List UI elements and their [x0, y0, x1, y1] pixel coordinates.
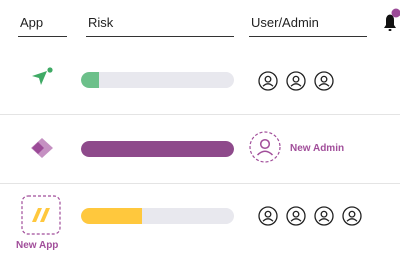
- user-plus-icon: [249, 131, 281, 163]
- column-header-app: App: [20, 15, 44, 30]
- risk-bar-fill: [81, 208, 143, 224]
- row-divider: [0, 183, 400, 184]
- risk-bar: [81, 141, 234, 157]
- user-avatar-icon[interactable]: [286, 71, 306, 91]
- user-avatar-icon[interactable]: [314, 71, 334, 91]
- user-avatar-icon[interactable]: [258, 206, 278, 226]
- column-header-risk: Risk: [88, 15, 114, 30]
- diamond-icon: [31, 138, 53, 158]
- row-divider: [0, 114, 400, 115]
- new-admin-label: New Admin: [290, 143, 345, 154]
- header-underline-app: [18, 36, 67, 37]
- header-underline-risk: [86, 36, 234, 37]
- user-avatar-icon[interactable]: [342, 206, 362, 226]
- new-app-label: New App: [16, 240, 59, 251]
- send-icon: [32, 67, 53, 85]
- slash-app-icon: [21, 195, 61, 235]
- new-app-icon[interactable]: [21, 195, 61, 235]
- user-avatar-icon[interactable]: [258, 71, 278, 91]
- risk-bar-fill: [81, 72, 100, 88]
- new-admin-avatar[interactable]: [249, 131, 281, 163]
- user-avatar-icon[interactable]: [286, 206, 306, 226]
- notifications-button[interactable]: [380, 6, 400, 36]
- risk-bar: [81, 72, 234, 88]
- user-avatar-icon[interactable]: [314, 206, 334, 226]
- column-header-user-admin: User/Admin: [251, 15, 319, 30]
- risk-bar: [81, 208, 234, 224]
- header-underline-user-admin: [249, 36, 367, 37]
- risk-bar-fill: [81, 141, 234, 157]
- bell-icon: [384, 8, 400, 31]
